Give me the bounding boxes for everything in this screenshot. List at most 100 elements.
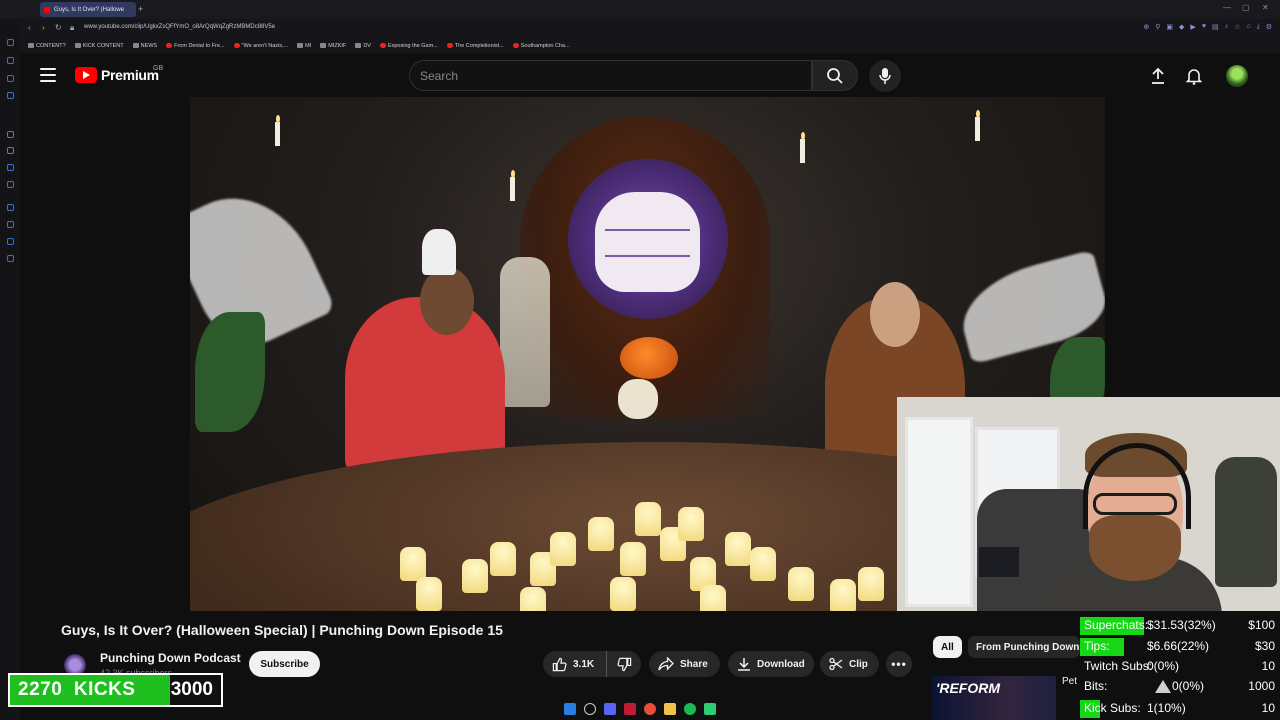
youtube-icon: [512, 43, 519, 48]
forward-icon[interactable]: ›: [42, 23, 45, 32]
channel-name[interactable]: Punching Down Podcast: [100, 651, 241, 665]
zoom-icon[interactable]: ⊕: [1143, 23, 1149, 31]
sidebar-panel-icon[interactable]: [7, 164, 14, 171]
home-icon[interactable]: ⌂: [1246, 23, 1250, 31]
youtube-favicon-icon: [44, 6, 50, 13]
donation-goal-row: Bits: 0(0%) 1000: [1080, 677, 1280, 697]
bookmark-item[interactable]: CONTENT?: [28, 43, 66, 49]
like-count: 3.1K: [573, 658, 595, 670]
sidebar-panel-icon[interactable]: [7, 204, 14, 211]
search-box: [409, 60, 812, 91]
search-button[interactable]: [812, 60, 858, 91]
donation-value: 1(10%): [1147, 701, 1186, 715]
sidebar-panel-icon[interactable]: [7, 255, 14, 262]
bell-icon: [1186, 69, 1202, 85]
upload-button[interactable]: [1147, 65, 1169, 87]
browser-tab-active[interactable]: Guys, Is It Over? (Hallowe: [40, 2, 136, 17]
sidebar-panel-icon[interactable]: [7, 57, 14, 64]
upload-icon: [1152, 67, 1164, 84]
bookmark-label: The Completionist...: [454, 42, 504, 49]
bookmark-item[interactable]: The Completionist...: [446, 42, 504, 49]
download-label: Download: [757, 658, 805, 670]
pin-icon[interactable]: ⚲: [1155, 23, 1160, 31]
shield-icon[interactable]: ◆: [1179, 23, 1184, 31]
discord-icon[interactable]: [604, 703, 616, 715]
youtube-icon: [166, 43, 173, 48]
sidebar-panel-icon[interactable]: [7, 147, 14, 154]
donation-label: Twitch Subs:: [1084, 659, 1153, 673]
play-icon[interactable]: ▶: [1190, 23, 1195, 31]
youtube-play-icon: [75, 67, 97, 83]
clip-button[interactable]: Clip: [820, 651, 879, 677]
sidebar-panel-icon[interactable]: [7, 221, 14, 228]
browser-icon[interactable]: [624, 703, 636, 715]
bookmark-item[interactable]: From Denial to Fre...: [166, 42, 225, 49]
search-icon: [827, 67, 843, 84]
folder-icon: [74, 43, 81, 48]
youtube-logo[interactable]: Premium: [75, 67, 159, 83]
avatar[interactable]: [1226, 65, 1248, 87]
sidebar-panel-icon[interactable]: [7, 92, 14, 99]
notifications-button[interactable]: [1183, 65, 1205, 87]
dislike-button[interactable]: [607, 651, 641, 677]
region-code: GB: [153, 65, 164, 72]
download-icon[interactable]: ⤓: [1257, 23, 1260, 31]
heart-icon[interactable]: ♥: [1202, 23, 1206, 31]
bookmark-item[interactable]: MI: [297, 43, 311, 49]
sidebar-panel-icon[interactable]: [7, 181, 14, 188]
browser-tab-bar: Guys, Is It Over? (Hallowe + — ▢ ✕: [0, 0, 1280, 19]
download-button[interactable]: Download: [728, 651, 814, 677]
like-button[interactable]: 3.1K: [543, 651, 607, 677]
new-tab-icon[interactable]: +: [138, 4, 143, 14]
windows-start-icon[interactable]: [564, 703, 576, 715]
bookmark-item[interactable]: Exposing the Gam...: [379, 43, 438, 49]
bookmarks-bar: CONTENT? KICK CONTENT NEWS From Denial to F…: [0, 38, 1280, 53]
bookmark-item[interactable]: "We aren't Nazis,...: [233, 43, 288, 49]
donation-goal: $30: [1254, 639, 1275, 653]
recommended-video-title[interactable]: Pet: [1062, 676, 1077, 687]
bookmark-item[interactable]: NEWS: [132, 43, 157, 49]
spotify-icon[interactable]: [684, 703, 696, 715]
settings-icon[interactable]: ⚙: [1266, 23, 1272, 31]
bookmark-label: From Denial to Fre...: [174, 42, 225, 49]
file-explorer-icon[interactable]: [664, 703, 676, 715]
maximize-icon[interactable]: ▢: [1242, 3, 1250, 12]
reload-icon[interactable]: ↻: [55, 23, 62, 32]
kicks-goal-value: 3000: [170, 679, 213, 700]
more-actions-button[interactable]: •••: [886, 651, 912, 677]
bookmark-item[interactable]: MIZKIF: [320, 43, 346, 49]
bookmark-item[interactable]: KICK CONTENT: [74, 43, 124, 49]
search-input[interactable]: [420, 68, 811, 83]
sidebar-panel-icon[interactable]: [7, 75, 14, 82]
lock-icon: 🔒︎: [70, 23, 75, 32]
back-icon[interactable]: ‹: [28, 23, 31, 32]
recommended-video-thumbnail[interactable]: 'REFORM: [932, 676, 1056, 720]
sidebar-panel-icon[interactable]: [7, 131, 14, 138]
screenshot-icon[interactable]: ▣: [1166, 23, 1173, 31]
search-icon[interactable]: [584, 703, 596, 715]
menu-icon[interactable]: [40, 68, 56, 82]
close-window-icon[interactable]: ✕: [1262, 3, 1269, 12]
share-button[interactable]: Share: [649, 651, 720, 677]
voice-search-button[interactable]: [869, 60, 901, 92]
more-horizontal-icon: •••: [891, 657, 907, 671]
donation-value: 0(0%): [1172, 679, 1205, 693]
sidebar-panel-icon[interactable]: [7, 238, 14, 245]
webcam-overlay: [897, 397, 1280, 611]
subscribe-button[interactable]: Subscribe: [249, 651, 320, 677]
sidebar-toggle-icon[interactable]: ▤: [1212, 23, 1219, 31]
chip-from-channel[interactable]: From Punching Down: [968, 636, 1080, 658]
folder-icon: [297, 43, 304, 48]
bookmark-icon[interactable]: ☆: [1234, 23, 1240, 31]
chip-all[interactable]: All: [933, 636, 962, 658]
sidebar-panel-icon[interactable]: [7, 39, 14, 46]
url-field[interactable]: www.youtube.com/clip/UgkxZsQFfYmO_o8ArQq…: [84, 24, 275, 30]
volume-icon[interactable]: ♪: [1225, 23, 1229, 31]
bookmark-item[interactable]: DV: [355, 43, 371, 49]
xbox-icon[interactable]: [704, 703, 716, 715]
donation-goal: $100: [1248, 618, 1275, 632]
chrome-icon[interactable]: [644, 703, 656, 715]
bookmark-item[interactable]: Southampton Cha...: [512, 43, 570, 49]
share-icon: [658, 657, 674, 671]
minimize-icon[interactable]: —: [1223, 3, 1231, 12]
